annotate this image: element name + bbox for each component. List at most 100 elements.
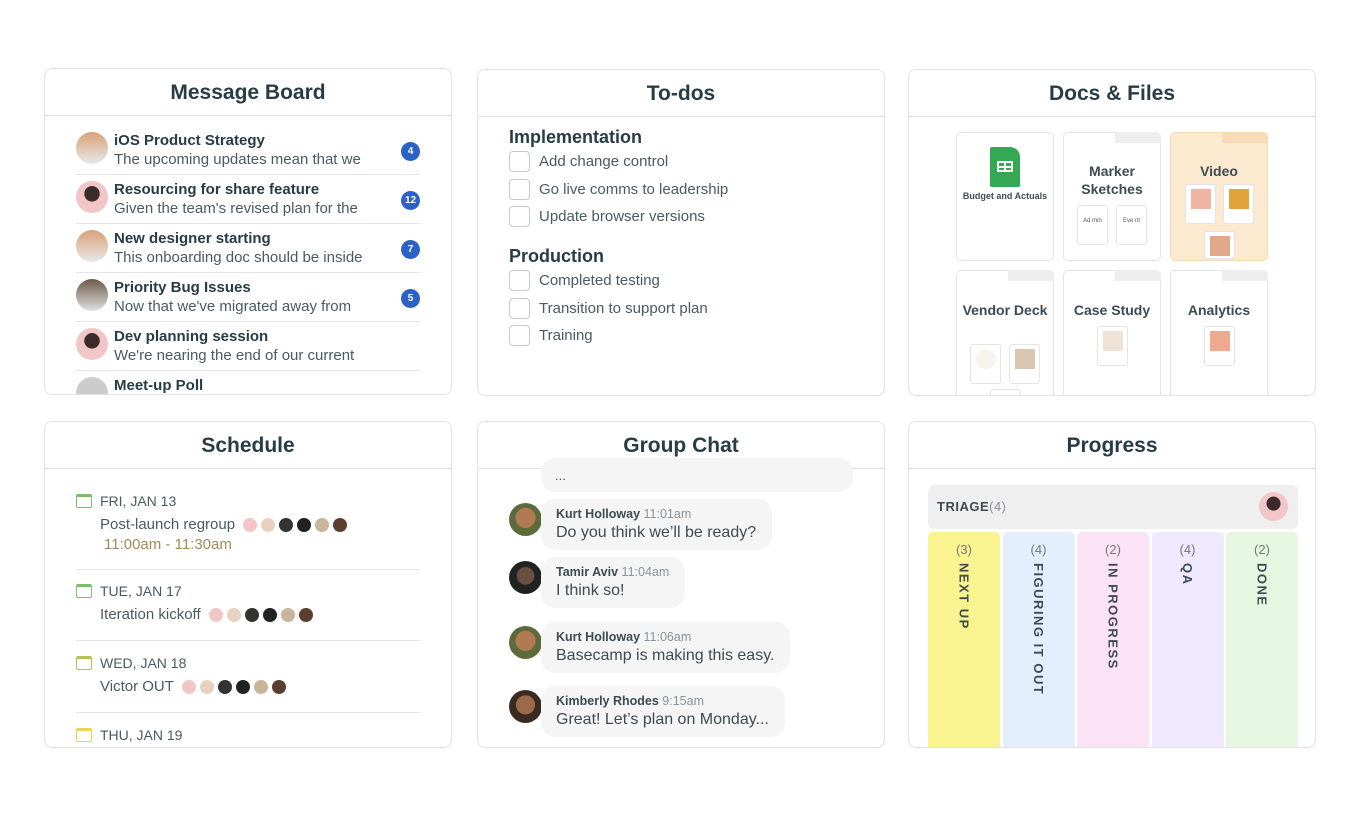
schedule-card[interactable]: Schedule FRI, JAN 13 Post-launch regroup… xyxy=(44,421,452,748)
folder-vendor-deck[interactable]: Vendor Deck xyxy=(956,270,1054,395)
column-count: (3) xyxy=(956,542,972,557)
column-label: QA xyxy=(1180,563,1195,586)
event-date: FRI, JAN 13 xyxy=(100,493,177,509)
todo-label: Add change control xyxy=(539,153,669,170)
checkbox[interactable] xyxy=(509,179,530,200)
todos-card[interactable]: To-dos Implementation Add change control… xyxy=(477,69,885,396)
file-thumb[interactable] xyxy=(970,344,1001,384)
message-board-card[interactable]: Message Board iOS Product Strategy The up… xyxy=(44,68,452,395)
todo-label: Completed testing xyxy=(539,272,660,289)
doc-budget-and-actuals[interactable]: Budget and Actuals xyxy=(956,132,1054,261)
message-title: Resourcing for share feature xyxy=(114,181,320,198)
event-date: TUE, JAN 17 xyxy=(100,583,182,599)
message-item[interactable]: Meet-up Poll xyxy=(76,371,421,394)
todo-label: Update browser versions xyxy=(539,208,705,225)
checkbox[interactable] xyxy=(509,270,530,291)
kanban-column[interactable]: (2) IN PROGRESS xyxy=(1077,532,1149,747)
progress-card[interactable]: Progress TRIAGE(4) (3) NEXT UP (4) FIGURING… xyxy=(908,421,1316,748)
event-date: WED, JAN 18 xyxy=(100,655,187,671)
comment-count-badge: 5 xyxy=(401,289,420,308)
message-time: 9:15am xyxy=(662,694,704,708)
kanban-column[interactable]: (3) NEXT UP xyxy=(928,532,1000,747)
folder-marker-sketches[interactable]: Marker Sketches Ad min Eve nt xyxy=(1063,132,1161,261)
message-item[interactable]: iOS Product Strategy The upcoming updates… xyxy=(76,126,421,175)
file-name: Ad min xyxy=(1083,218,1102,224)
event-title-text: Victor OUT xyxy=(100,678,174,695)
avatar xyxy=(1259,492,1288,521)
avatar xyxy=(76,181,108,213)
message-text: Great! Let’s plan on Monday... xyxy=(556,711,769,728)
event-date: THU, JAN 19 xyxy=(100,727,183,743)
participant-avatars xyxy=(178,679,286,694)
folder-video[interactable]: Video xyxy=(1170,132,1268,261)
card-title[interactable]: Progress xyxy=(909,422,1315,469)
card-title[interactable]: Message Board xyxy=(45,69,451,116)
message-item[interactable]: Resourcing for share feature Given the te… xyxy=(76,175,421,224)
file-thumb[interactable]: Ad min xyxy=(1077,205,1108,245)
checkbox[interactable] xyxy=(509,206,530,227)
avatar xyxy=(509,561,542,594)
card-title[interactable]: To-dos xyxy=(478,70,884,117)
schedule-event[interactable]: THU, JAN 19 xyxy=(76,727,421,747)
todo-list-title[interactable]: Production xyxy=(509,246,604,267)
comment-count-badge: 4 xyxy=(401,142,420,161)
message-snippet: Now that we've migrated away from xyxy=(114,298,352,315)
kanban-column[interactable]: (4) FIGURING IT OUT xyxy=(1002,532,1075,747)
checkbox[interactable] xyxy=(509,151,530,172)
avatar xyxy=(76,230,108,262)
comment-count-badge: 7 xyxy=(401,240,420,259)
message-title: New designer starting xyxy=(114,230,271,247)
folder-case-study[interactable]: Case Study xyxy=(1063,270,1161,395)
message-item[interactable]: Priority Bug Issues Now that we've migrat… xyxy=(76,273,421,322)
avatar xyxy=(509,503,542,536)
tile-name: Analytics xyxy=(1187,302,1251,318)
checkbox[interactable] xyxy=(509,325,530,346)
column-count: (4) xyxy=(1030,542,1047,557)
file-thumb[interactable] xyxy=(990,389,1021,395)
schedule-event[interactable]: FRI, JAN 13 Post-launch regroup 11:00am … xyxy=(76,493,421,570)
file-thumb[interactable] xyxy=(1009,344,1040,384)
file-thumb[interactable] xyxy=(1204,231,1235,259)
calendar-icon xyxy=(76,656,92,670)
file-thumb[interactable] xyxy=(1185,184,1216,224)
group-chat-card[interactable]: Group Chat ... Kurt Holloway 11:01am Do y… xyxy=(477,421,885,748)
file-thumb[interactable] xyxy=(1097,326,1128,366)
kanban-column[interactable]: (2) DONE xyxy=(1226,532,1298,747)
comment-count-badge: 12 xyxy=(401,191,420,210)
message-item[interactable]: Dev planning session We're nearing the en… xyxy=(76,322,421,371)
message-time: 11:01am xyxy=(643,507,692,521)
triage-column[interactable]: TRIAGE(4) xyxy=(928,485,1298,529)
file-thumb[interactable] xyxy=(1204,326,1235,366)
avatar xyxy=(76,377,108,394)
message-time: 11:06am xyxy=(643,630,692,644)
avatar xyxy=(76,132,108,164)
kanban-column[interactable]: (4) QA xyxy=(1151,532,1224,747)
message-text: I think so! xyxy=(556,582,625,599)
card-title[interactable]: Docs & Files xyxy=(909,70,1315,117)
checkbox[interactable] xyxy=(509,298,530,319)
event-title: Post-launch regroup xyxy=(100,516,348,533)
tile-name: Case Study xyxy=(1073,302,1151,318)
tile-name: Vendor Deck xyxy=(962,302,1048,318)
file-thumb[interactable]: Eve nt xyxy=(1116,205,1147,245)
triage-count: (4) xyxy=(989,499,1007,514)
message-author: Tamir Aviv xyxy=(556,565,619,579)
card-title[interactable]: Schedule xyxy=(45,422,451,469)
column-count: (4) xyxy=(1179,542,1196,557)
message-time: 11:04am xyxy=(621,565,670,579)
schedule-event[interactable]: TUE, JAN 17 Iteration kickoff xyxy=(76,583,421,641)
file-thumb[interactable] xyxy=(1223,184,1254,224)
todo-list-title[interactable]: Implementation xyxy=(509,127,642,148)
file-name: Eve nt xyxy=(1122,218,1140,224)
message-title: Priority Bug Issues xyxy=(114,279,251,296)
schedule-event[interactable]: WED, JAN 18 Victor OUT xyxy=(76,655,421,713)
message-author: Kurt Holloway xyxy=(556,630,641,644)
avatar xyxy=(509,690,542,723)
message-item[interactable]: New designer starting This onboarding doc… xyxy=(76,224,421,273)
message-text: Basecamp is making this easy. xyxy=(556,647,775,664)
folder-analytics[interactable]: Analytics xyxy=(1170,270,1268,395)
calendar-icon xyxy=(76,494,92,508)
docs-files-card[interactable]: Docs & Files Budget and Actuals Marker S… xyxy=(908,69,1316,396)
message-snippet: This onboarding doc should be inside xyxy=(114,249,363,266)
message-title: Meet-up Poll xyxy=(114,377,204,394)
